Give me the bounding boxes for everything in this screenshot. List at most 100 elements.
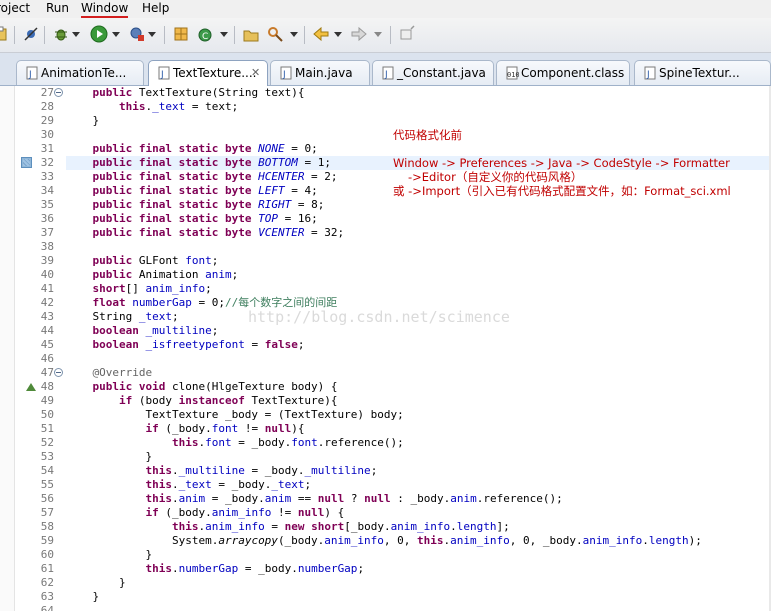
code-token: anim_info [390,520,451,533]
fold-collapse-icon[interactable] [54,368,63,377]
code-token: anim_info [324,534,384,547]
forward-dropdown-icon[interactable] [374,30,382,38]
annotation-import: 或 ->Import（引入已有代码格式配置文件，如：Format_sci.xml [393,184,731,198]
code-token: @Override [92,366,153,379]
code-token: null [317,492,345,505]
fold-collapse-icon[interactable] [54,88,63,97]
code-token: . [171,492,179,505]
code-token: NONE [258,142,285,155]
code-token: ? [344,492,365,505]
line-number: 35 [40,198,54,211]
code-line: } [66,450,152,464]
code-token: = [244,338,265,351]
pin-editor-icon[interactable] [398,25,416,43]
external-tools-dropdown-icon[interactable] [148,30,156,38]
code-token: this [145,562,172,575]
code-token: boolean [92,324,139,337]
watermark: http://blog.csdn.net/scimence [248,308,510,326]
code-token: public final static byte [92,184,252,197]
code-token: public final static byte [92,226,252,239]
close-icon[interactable]: ✕ [251,66,260,79]
code-token: _multiline [178,464,245,477]
code-token: ; [297,338,305,351]
code-token: font [211,422,239,435]
tab-label: AnimationTe... [41,66,127,80]
code-token: public [92,86,133,99]
line-number: 62 [40,576,54,589]
line-number: 38 [40,240,54,253]
menu-run[interactable]: Run [46,1,69,15]
menu-project[interactable]: roject [0,1,30,15]
code-token: anim_info [205,520,265,533]
code-token: = 2; [304,170,338,183]
code-token: font [185,254,212,267]
tab-component-class[interactable]: 010 Component.class [496,60,630,85]
back-arrow-icon[interactable] [312,25,330,43]
skip-breakpoints-icon[interactable] [22,25,40,43]
code-token: VCENTER [258,226,305,239]
line-number: 33 [40,170,54,183]
code-line: TextTexture _body = (TextTexture) body; [66,408,403,422]
code-token: ; [211,324,219,337]
tab-constant[interactable]: J _Constant.java [372,60,494,85]
menu-window[interactable]: Window [81,1,128,15]
code-token: length [648,534,689,547]
open-type-icon[interactable] [242,25,260,43]
code-line: } [66,590,99,604]
code-token: null [297,506,325,519]
run-dropdown-icon[interactable] [112,30,120,38]
annotation-title: 代码格式化前 [393,128,462,142]
annotation-path: Window -> Preferences -> Java -> CodeSty… [393,156,730,170]
code-token: = 0; [284,142,318,155]
code-token: null [264,422,292,435]
tab-main[interactable]: J Main.java [270,60,370,85]
code-token: . [642,534,649,547]
line-number: 59 [40,534,54,547]
code-token: new [284,520,305,533]
toolbar: C [0,18,771,53]
code-token: public [92,254,133,267]
search-icon[interactable] [266,25,284,43]
new-java-class-icon[interactable]: C [196,25,214,43]
code-line: } [66,114,99,128]
code-token: ; [370,464,378,477]
code-token: } [66,590,100,603]
tab-spinetexture[interactable]: J SpineTextur... [634,60,771,85]
run-icon[interactable] [90,25,108,43]
line-number: 56 [40,492,54,505]
new-class-dropdown-icon[interactable] [220,30,228,38]
menu-help[interactable]: Help [142,1,169,15]
code-line: this._text = _body._text; [66,478,311,492]
debug-dropdown-icon[interactable] [72,30,80,38]
line-number: 47 [40,366,54,379]
code-token: public final static byte [92,156,252,169]
line-number: 60 [40,548,54,561]
tab-animationtexture[interactable]: J AnimationTe... [16,60,144,85]
code-token: System. [66,534,219,547]
search-dropdown-icon[interactable] [290,30,298,38]
new-java-project-icon[interactable] [172,25,190,43]
code-token: this [145,464,172,477]
code-token: _multiline [145,324,212,337]
code-token: ) { [324,506,345,519]
new-package-icon[interactable] [0,25,10,43]
debug-icon[interactable] [52,25,70,43]
java-file-icon: J [157,66,171,80]
line-number: 45 [40,338,54,351]
tab-texttexture[interactable]: J TextTexture.... ✕ [148,60,268,86]
code-line: this._multiline = _body._multiline; [66,464,377,478]
forward-arrow-icon[interactable] [350,25,368,43]
code-line: this.numberGap = _body.numberGap; [66,562,364,576]
external-tools-icon[interactable] [128,25,146,43]
code-editor[interactable]: 27 public TextTexture(String text){28 th… [0,86,771,611]
code-token: = _body. [244,464,305,477]
back-dropdown-icon[interactable] [334,30,342,38]
code-token: , 0, _body. [509,534,583,547]
code-token: = _body. [205,492,265,505]
